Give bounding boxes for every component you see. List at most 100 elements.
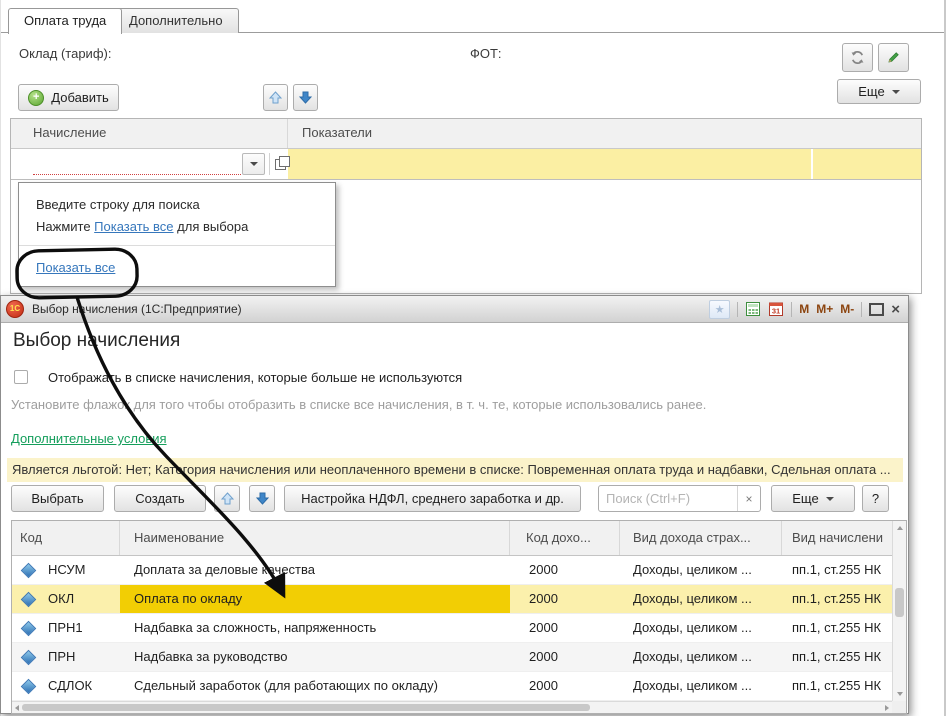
fot-label: ФОТ: [470,46,502,61]
horizontal-scrollbar[interactable] [12,701,892,713]
accrual-item-icon [21,591,37,607]
column-header-income-code[interactable]: Код дохо... [510,521,620,555]
cell-name[interactable]: Сдельный заработок (для работающих по ок… [120,672,510,700]
add-button[interactable]: + Добавить [18,84,119,111]
column-header-name[interactable]: Наименование [120,521,510,555]
cell-insurance-kind[interactable]: Доходы, целиком ... [620,614,782,642]
table-row[interactable]: НСУМ Доплата за деловые качества 2000 До… [12,556,892,585]
table-row[interactable]: СДЛОК Сдельный заработок (для работающих… [12,672,892,701]
show-unused-checkbox-label[interactable]: Отображать в списке начисления, которые … [48,370,462,385]
arrow-down-icon [299,91,312,104]
cell-name[interactable]: Оплата по окладу [120,585,510,613]
refresh-button[interactable] [842,43,873,72]
scroll-up-icon[interactable] [897,526,903,530]
favorites-button[interactable]: ★ [709,300,730,319]
cell-name[interactable]: Надбавка за сложность, напряженность [120,614,510,642]
refresh-icon [850,50,865,65]
scroll-left-icon[interactable] [15,705,19,711]
column-header-insurance[interactable]: Вид дохода страх... [620,521,782,555]
move-up-button-dialog[interactable] [214,485,240,512]
show-unused-checkbox[interactable] [14,370,28,384]
indicators-subcell-2[interactable] [813,149,921,179]
grid-header-indicators[interactable]: Показатели [288,119,921,148]
cell-accrual-kind[interactable]: пп.1, ст.255 НК [782,585,892,613]
move-up-button[interactable] [263,84,288,111]
cell-income-code[interactable]: 2000 [510,672,620,700]
cell-income-code[interactable]: 2000 [510,585,620,613]
cell-accrual-kind[interactable]: пп.1, ст.255 НК [782,672,892,700]
accrual-dropdown-button[interactable] [242,153,265,175]
create-button[interactable]: Создать [114,485,206,512]
show-all-link[interactable]: Показать все [36,260,115,275]
accrual-cell [11,149,288,179]
horizontal-scroll-thumb[interactable] [22,704,590,711]
column-header-accrual-kind[interactable]: Вид начислени [782,521,892,555]
select-button[interactable]: Выбрать [11,485,104,512]
dialog-heading: Выбор начисления [13,330,180,352]
edit-button[interactable] [878,43,909,72]
accrual-input[interactable] [33,153,241,175]
cell-insurance-kind[interactable]: Доходы, целиком ... [620,585,782,613]
cell-accrual-kind[interactable]: пп.1, ст.255 НК [782,643,892,671]
show-all-inline-link[interactable]: Показать все [94,219,173,234]
cell-income-code[interactable]: 2000 [510,614,620,642]
accrual-open-button[interactable] [269,153,290,175]
scroll-right-icon[interactable] [885,705,889,711]
screen: Оплата труда Дополнительно Оклад (тариф)… [0,0,948,716]
memory-button[interactable]: М [799,302,809,316]
popup-hint: Введите строку для поиска Нажмите Показа… [19,183,335,238]
cell-code[interactable]: ПРН [12,643,120,671]
calendar-icon[interactable]: 31 [768,301,784,317]
svg-text:31: 31 [772,307,780,316]
search-clear-button[interactable]: × [737,486,760,511]
cell-income-code[interactable]: 2000 [510,643,620,671]
dialog-title: Выбор начисления (1С:Предприятие) [32,302,242,316]
cell-insurance-kind[interactable]: Доходы, целиком ... [620,556,782,584]
table-row[interactable]: ОКЛ Оплата по окладу 2000 Доходы, целико… [12,585,892,614]
search-input[interactable] [599,491,737,506]
help-button[interactable]: ? [862,485,889,512]
cell-name[interactable]: Надбавка за руководство [120,643,510,671]
cell-insurance-kind[interactable]: Доходы, целиком ... [620,672,782,700]
memory-plus-button[interactable]: М+ [816,302,833,316]
chevron-down-icon [892,90,900,94]
move-down-button[interactable] [293,84,318,111]
cell-name[interactable]: Доплата за деловые качества [120,556,510,584]
vertical-scroll-thumb[interactable] [895,588,904,617]
cell-income-code[interactable]: 2000 [510,556,620,584]
tab-additional[interactable]: Дополнительно [113,8,239,33]
indicators-subcell-1[interactable] [288,149,813,179]
cell-insurance-kind[interactable]: Доходы, целиком ... [620,643,782,671]
ndfl-settings-button[interactable]: Настройка НДФЛ, среднего заработка и др. [284,485,581,512]
move-down-button-dialog[interactable] [249,485,275,512]
table-row[interactable]: ПРН Надбавка за руководство 2000 Доходы,… [12,643,892,672]
dialog-titlebar[interactable]: 1С Выбор начисления (1С:Предприятие) ★ 3… [1,296,908,323]
cell-accrual-kind[interactable]: пп.1, ст.255 НК [782,614,892,642]
more-button-dialog-label: Еще [792,491,818,506]
accrual-item-icon [21,678,37,694]
grid-header-accrual[interactable]: Начисление [11,119,288,148]
cell-code[interactable]: ОКЛ [12,585,120,613]
table-row[interactable]: ПРН1 Надбавка за сложность, напряженност… [12,614,892,643]
column-header-code[interactable]: Код [12,521,120,555]
indicators-cell [288,149,921,179]
pencil-icon [886,50,901,65]
chevron-down-icon [250,162,258,166]
cell-code[interactable]: НСУМ [12,556,120,584]
tab-payroll[interactable]: Оплата труда [8,8,122,34]
more-button-main[interactable]: Еще [837,79,921,104]
maximize-icon[interactable] [869,303,884,316]
close-icon[interactable]: × [891,302,900,317]
cell-code[interactable]: ПРН1 [12,614,120,642]
popup-hint-line2-prefix: Нажмите [36,219,94,234]
cell-accrual-kind[interactable]: пп.1, ст.255 НК [782,556,892,584]
additional-conditions-link[interactable]: Дополнительные условия [11,431,167,446]
popup-hint-line2-suffix: для выбора [174,219,249,234]
vertical-scrollbar[interactable] [892,521,906,701]
accrual-item-icon [21,649,37,665]
calculator-icon[interactable] [745,301,761,317]
scroll-down-icon[interactable] [897,692,903,696]
memory-minus-button[interactable]: М- [840,302,854,316]
cell-code[interactable]: СДЛОК [12,672,120,700]
more-button-dialog[interactable]: Еще [771,485,855,512]
